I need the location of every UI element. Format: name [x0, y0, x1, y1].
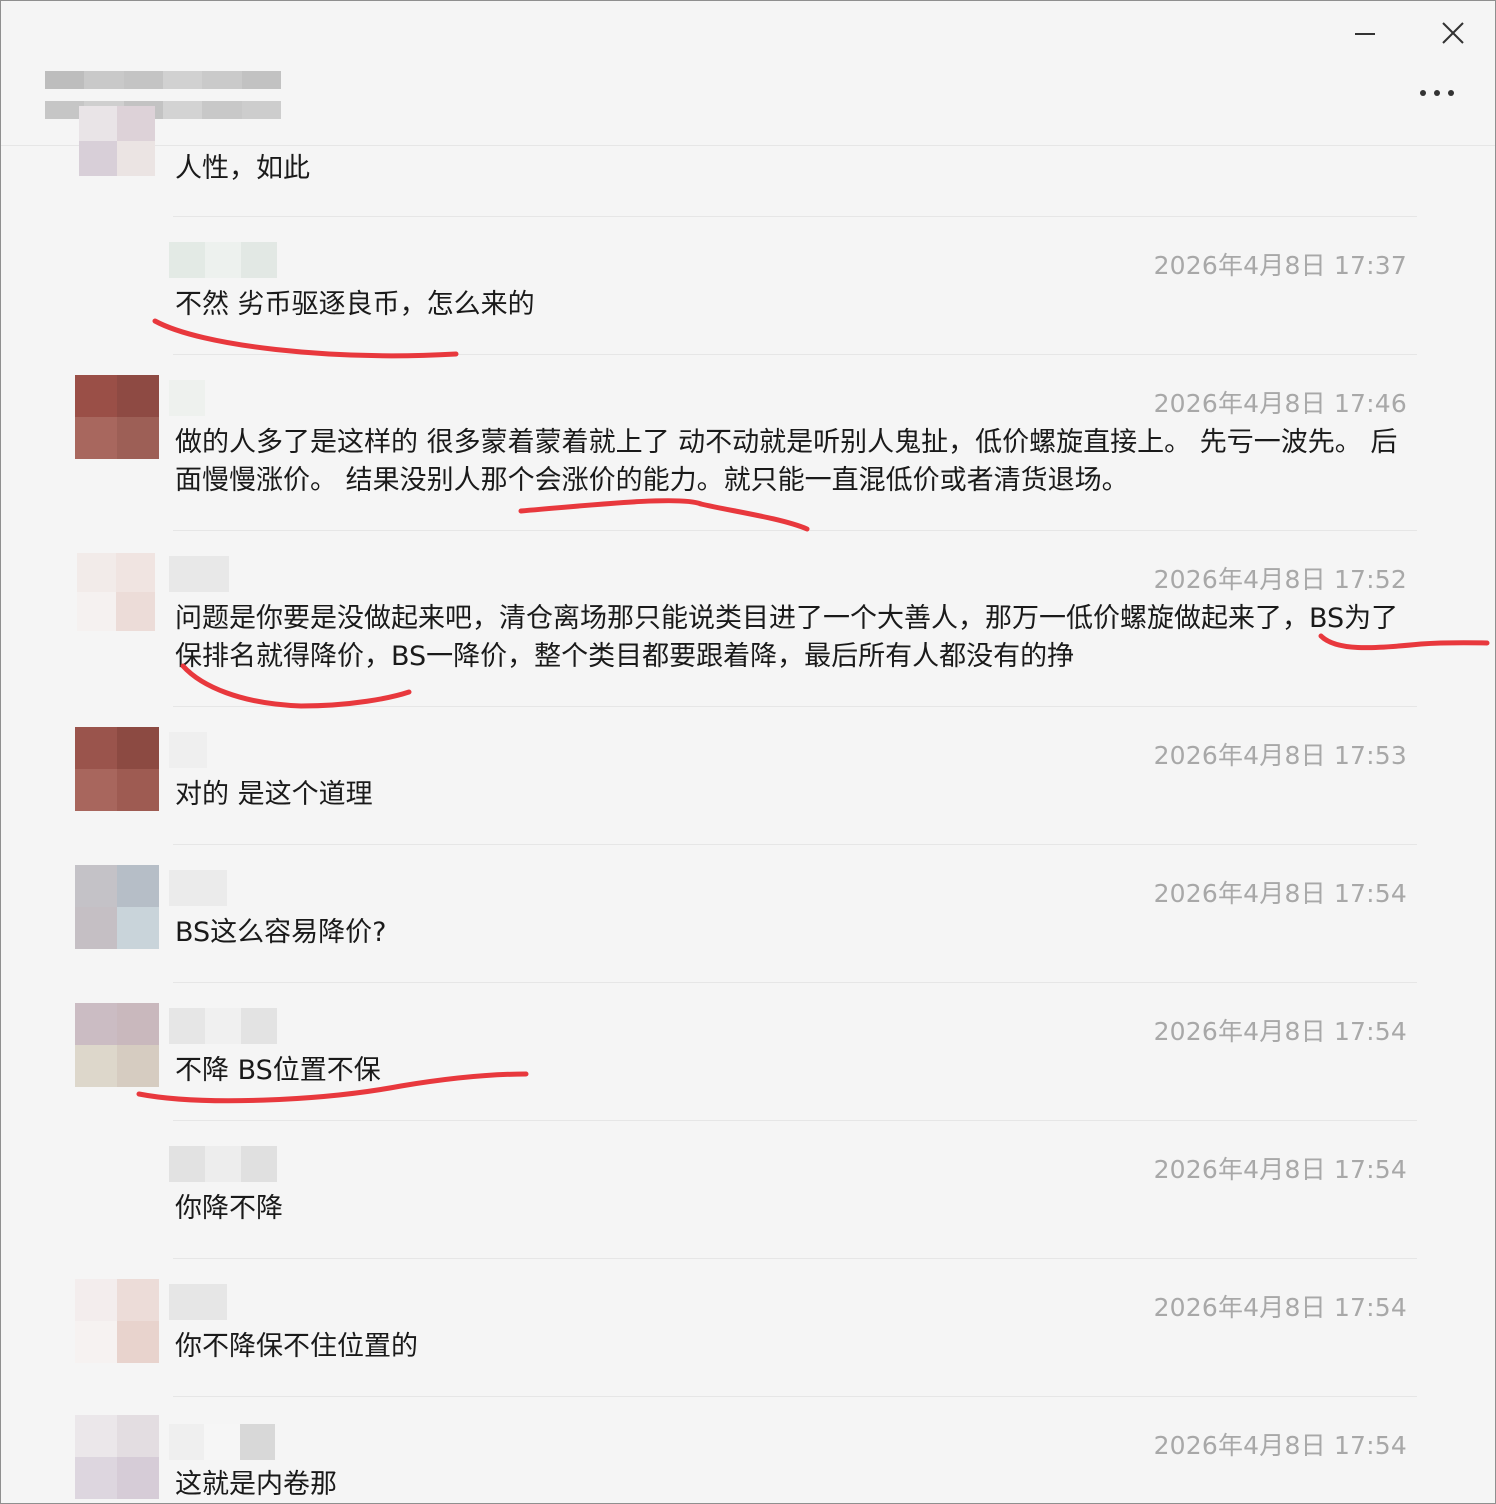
ink-underline: [152, 318, 459, 359]
sender-name-blurred: [169, 242, 277, 278]
divider: [173, 1396, 1417, 1397]
message-timestamp: 2026年4月8日 17:52: [1153, 565, 1407, 594]
chat-history-window: 人性，如此 2026年4月8日 17:37 不然 劣币驱逐良币，怎么来的 202…: [0, 0, 1496, 1504]
avatar[interactable]: [79, 106, 155, 176]
title-bar: [1, 1, 1495, 146]
message-text: BS这么容易降价?: [175, 917, 387, 948]
sender-name-blurred: [169, 732, 207, 768]
message-timestamp: 2026年4月8日 17:54: [1153, 1431, 1407, 1460]
message-list[interactable]: 人性，如此 2026年4月8日 17:37 不然 劣币驱逐良币，怎么来的 202…: [1, 106, 1495, 1503]
message-timestamp: 2026年4月8日 17:54: [1153, 1017, 1407, 1046]
message-text: 不然 劣币驱逐良币，怎么来的: [175, 289, 535, 320]
message-text: 不降 BS位置不保: [175, 1055, 381, 1086]
message-timestamp: 2026年4月8日 17:46: [1153, 389, 1407, 418]
message-text: 做的人多了是这样的 很多蒙着蒙着就上了 动不动就是听别人鬼扯，低价螺旋直接上。 …: [175, 427, 1398, 496]
message-timestamp: 2026年4月8日 17:54: [1153, 1155, 1407, 1184]
chat-title-line: [45, 71, 281, 89]
avatar[interactable]: [77, 553, 155, 631]
message-text: 你降不降: [175, 1193, 283, 1224]
sender-name-blurred: [169, 1008, 277, 1044]
message-timestamp: 2026年4月8日 17:54: [1153, 879, 1407, 908]
message-timestamp: 2026年4月8日 17:53: [1153, 741, 1407, 770]
divider: [173, 354, 1417, 355]
message-text: 对的 是这个道理: [175, 779, 373, 810]
minimize-icon: [1355, 33, 1375, 35]
divider: [173, 706, 1417, 707]
close-icon: [1442, 22, 1464, 44]
avatar[interactable]: [75, 1415, 159, 1499]
message-timestamp: 2026年4月8日 17:54: [1153, 1293, 1407, 1322]
divider: [173, 216, 1417, 217]
ink-underline: [518, 498, 810, 532]
close-button[interactable]: [1433, 15, 1473, 51]
sender-name-blurred: [169, 1284, 227, 1320]
sender-name-blurred: [169, 380, 205, 416]
message-text: 人性，如此: [175, 153, 310, 184]
more-options-button[interactable]: [1417, 75, 1457, 111]
avatar[interactable]: [75, 727, 159, 811]
sender-name-blurred: [169, 556, 229, 592]
divider: [173, 1120, 1417, 1121]
sender-name-blurred: [169, 1424, 275, 1460]
sender-name-blurred: [169, 1146, 277, 1182]
avatar[interactable]: [75, 1279, 159, 1363]
message-text: 问题是你要是没做起来吧，清仓离场那只能说类目进了一个大善人，那万一低价螺旋做起来…: [175, 603, 1399, 672]
avatar[interactable]: [75, 1003, 159, 1087]
avatar[interactable]: [75, 375, 159, 459]
more-icon: [1420, 90, 1454, 96]
divider: [173, 530, 1417, 531]
message-timestamp: 2026年4月8日 17:37: [1153, 251, 1407, 280]
divider: [173, 1258, 1417, 1259]
minimize-button[interactable]: [1345, 15, 1385, 51]
divider: [173, 982, 1417, 983]
message-text: 这就是内卷那: [175, 1469, 337, 1500]
divider: [173, 844, 1417, 845]
avatar[interactable]: [75, 865, 159, 949]
message-text: 你不降保不住位置的: [175, 1331, 418, 1362]
sender-name-blurred: [169, 870, 227, 906]
